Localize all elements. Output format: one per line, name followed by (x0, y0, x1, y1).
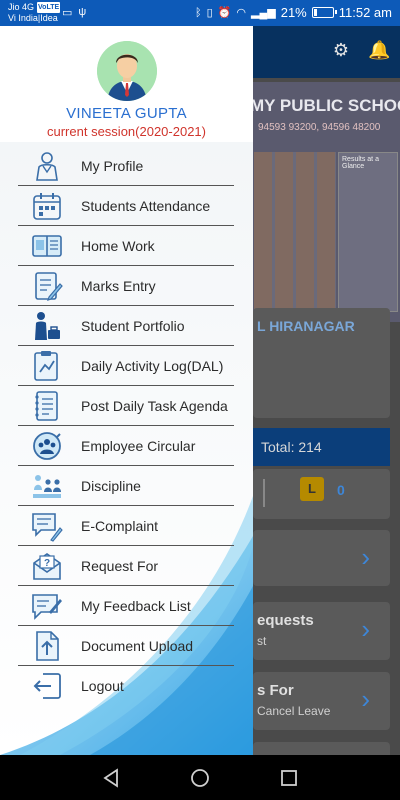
student-portfolio-icon (35, 312, 60, 340)
menu-label: Request For (81, 558, 159, 574)
navigation-drawer: VINEETA GUPTA current session(2020-2021)… (0, 26, 253, 755)
signal-icon: ▂▄▆ (251, 7, 276, 19)
home-icon[interactable] (189, 767, 211, 789)
system-navigation-bar (0, 755, 400, 800)
menu-label: Student Portfolio (81, 318, 185, 334)
laptop-icon: ▭ (62, 7, 73, 19)
notebook-icon (35, 391, 58, 421)
card-cancel-sub: Cancel Leave (257, 704, 331, 718)
menu-label: Logout (81, 678, 124, 694)
user-name: VINEETA GUPTA (66, 105, 187, 122)
menu-label: My Profile (81, 158, 144, 174)
carrier-info: Jio 4G VoLTE Vi India|Idea (8, 2, 61, 24)
dashboard-card-4[interactable] (253, 742, 390, 755)
branch-name: L HIRANAGAR (257, 318, 355, 334)
menu-item-discipline[interactable]: Discipline (18, 466, 234, 506)
drawer-header: VINEETA GUPTA current session(2020-2021) (0, 26, 253, 142)
usb-icon: ψ (78, 6, 87, 18)
profile-icon (36, 152, 58, 181)
total-value: 214 (298, 439, 322, 455)
menu-item-document-upload[interactable]: Document Upload (18, 626, 234, 666)
carrier-1: Jio 4G (8, 2, 35, 12)
marks-entry-icon (35, 272, 63, 301)
menu-item-home-work[interactable]: Home Work (18, 226, 234, 266)
menu-label: Home Work (81, 238, 155, 254)
chevron-right-icon: › (361, 614, 370, 644)
school-name: MY PUBLIC SCHOOL (250, 96, 400, 115)
menu-item-daily-activity-log[interactable]: Daily Activity Log(DAL) (18, 346, 234, 386)
menu-item-students-attendance[interactable]: Students Attendance (18, 186, 234, 226)
notification-icons: ▭ ψ (62, 6, 86, 19)
cancel-leave-card[interactable]: s For Cancel Leave › (253, 672, 390, 730)
avatar[interactable] (97, 41, 157, 101)
dashboard-card-1[interactable]: › (253, 530, 390, 586)
menu-item-e-complaint[interactable]: E-Complaint (18, 506, 234, 546)
menu-item-employee-circular[interactable]: Employee Circular (18, 426, 234, 466)
school-banner: MY PUBLIC SCHOOL 94593 93200, 94596 4820… (250, 82, 400, 322)
chevron-right-icon: › (361, 684, 370, 714)
total-bar: Total: 214 (253, 428, 390, 466)
menu-label: Daily Activity Log(DAL) (81, 358, 224, 374)
recents-icon[interactable] (278, 767, 300, 789)
leave-badge: L (300, 477, 324, 501)
chevron-right-icon: › (361, 542, 370, 572)
menu-label: Marks Entry (81, 278, 156, 294)
card-requests-sub: st (257, 634, 267, 648)
menu-label: My Feedback List (81, 598, 191, 614)
menu-item-my-feedback-list[interactable]: My Feedback List (18, 586, 234, 626)
battery-fill (313, 9, 318, 16)
results-title: Results at a Glance (342, 156, 379, 170)
toppers-photos (254, 152, 336, 312)
complaint-icon (32, 513, 63, 542)
request-icon: ? (33, 553, 61, 580)
carrier-2: Vi India|Idea (8, 13, 58, 23)
settings-icon[interactable]: ⚙ (330, 40, 352, 62)
menu-label: Document Upload (81, 638, 194, 654)
leave-count: 0 (337, 482, 345, 498)
menu-label: Students Attendance (81, 198, 211, 214)
activity-log-icon (34, 351, 58, 381)
wifi-icon: ◠ (236, 7, 246, 19)
vibrate-icon: ▯ (206, 7, 213, 19)
clock: 11:52 am (338, 5, 392, 20)
branch-card: L HIRANAGAR (253, 308, 390, 418)
system-tray: ᛒ ▯ ⏰ ◠ ▂▄▆ 21% 11:52 am (195, 5, 392, 20)
book-icon (32, 235, 62, 257)
menu-item-logout[interactable]: Logout (18, 666, 234, 706)
logout-icon (33, 673, 61, 699)
menu-item-student-portfolio[interactable]: Student Portfolio (18, 306, 234, 346)
card-requests-title: equests (257, 612, 314, 629)
menu-item-post-daily-task-agenda[interactable]: Post Daily Task Agenda (18, 386, 234, 426)
bluetooth-icon: ᛒ (195, 6, 202, 19)
card-for-title: s For (257, 682, 294, 699)
feedback-icon (32, 594, 62, 620)
menu-item-my-profile[interactable]: My Profile (18, 146, 234, 186)
volte-badge: VoLTE (37, 2, 61, 13)
divider (263, 479, 265, 507)
alarm-icon: ⏰ (217, 7, 232, 19)
battery-icon (311, 7, 337, 18)
svg-text:?: ? (44, 558, 50, 569)
total-label: Total: (261, 439, 295, 455)
menu-label: Employee Circular (81, 438, 196, 454)
circular-icon (33, 432, 61, 460)
notification-bell-icon[interactable]: 🔔 (368, 40, 390, 62)
leave-summary-card: L 0 (253, 469, 390, 519)
upload-icon (36, 631, 59, 661)
current-session: current session(2020-2021) (47, 124, 206, 139)
discipline-icon (33, 475, 61, 498)
results-box: Results at a Glance (338, 152, 398, 312)
leave-requests-card[interactable]: equests st › (253, 602, 390, 660)
calendar-icon (33, 193, 61, 220)
menu-item-marks-entry[interactable]: Marks Entry (18, 266, 234, 306)
status-bar: Jio 4G VoLTE Vi India|Idea ▭ ψ ᛒ ▯ ⏰ ◠ ▂▄… (0, 0, 400, 26)
menu-label: E-Complaint (81, 518, 159, 534)
menu-item-request-for[interactable]: ? Request For (18, 546, 234, 586)
user-avatar-icon (97, 41, 157, 101)
menu-label: Discipline (81, 478, 141, 494)
back-icon[interactable] (100, 767, 122, 789)
menu-label: Post Daily Task Agenda (81, 398, 228, 414)
school-phones: 94593 93200, 94596 48200 (258, 122, 381, 133)
battery-percent: 21% (280, 5, 307, 20)
